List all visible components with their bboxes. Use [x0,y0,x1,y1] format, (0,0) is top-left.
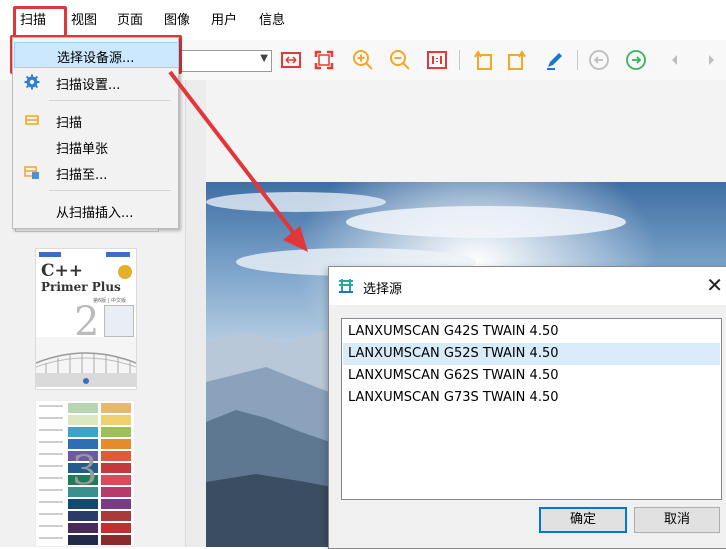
source-label: LANXUMSCAN G73S TWAIN 4.50 [348,390,559,405]
select-source-dialog: 选择源 ✕ LANXUMSCAN G42S TWAIN 4.50 LANXUMS… [328,266,726,549]
source-list-item[interactable]: LANXUMSCAN G42S TWAIN 4.50 [343,321,720,343]
ok-button[interactable]: 确定 [539,507,627,533]
source-list-item[interactable]: LANXUMSCAN G73S TWAIN 4.50 [343,387,720,409]
app-icon [338,278,354,294]
source-list-item[interactable]: LANXUMSCAN G62S TWAIN 4.50 [343,365,720,387]
source-label: LANXUMSCAN G42S TWAIN 4.50 [348,324,559,339]
source-label: LANXUMSCAN G52S TWAIN 4.50 [348,346,559,361]
dialog-titlebar[interactable]: 选择源 ✕ [329,267,726,305]
cancel-button[interactable]: 取消 [634,507,720,533]
source-list-item[interactable]: LANXUMSCAN G52S TWAIN 4.50 [343,343,720,365]
source-list[interactable]: LANXUMSCAN G42S TWAIN 4.50 LANXUMSCAN G5… [341,318,722,500]
dialog-title: 选择源 [363,282,403,297]
source-label: LANXUMSCAN G62S TWAIN 4.50 [348,368,559,383]
close-icon[interactable]: ✕ [706,273,723,297]
